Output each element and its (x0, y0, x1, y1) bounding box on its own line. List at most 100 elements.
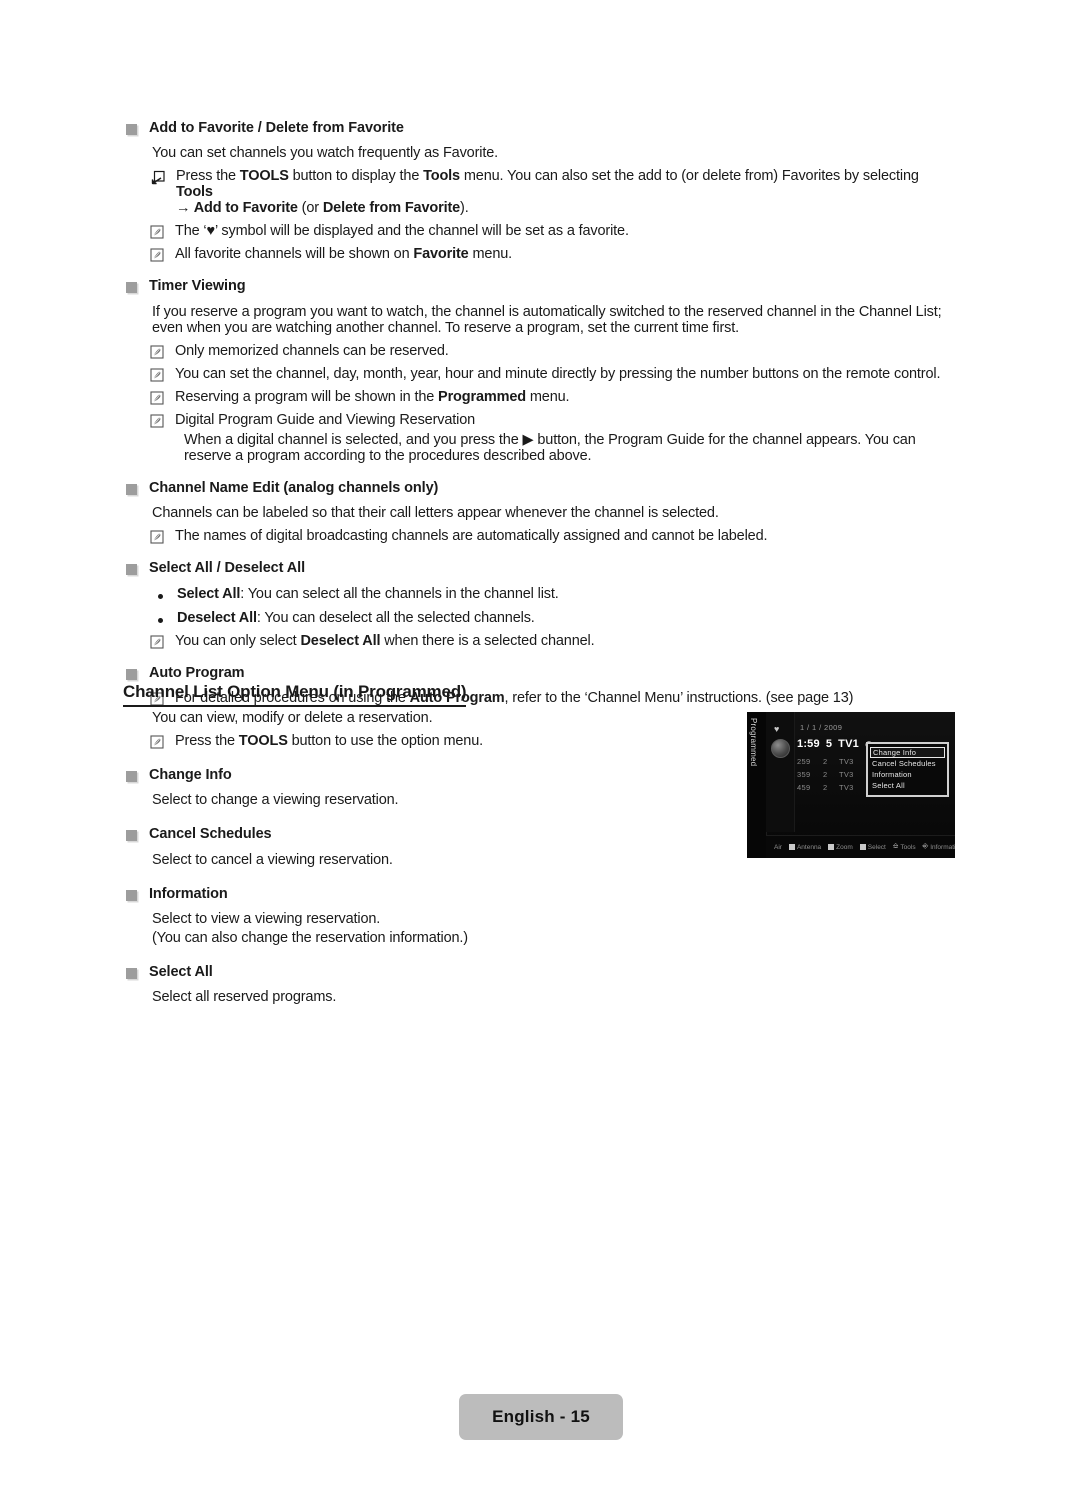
tv-row-channel-number: 5 (825, 738, 833, 750)
info-icon: ⎆ (922, 843, 929, 850)
section-title: Select All / Deselect All (149, 559, 305, 576)
txt: ’ symbol will be displayed and the chann… (214, 223, 629, 240)
note-icon (150, 414, 164, 428)
tv-row-col2: 2 (823, 770, 828, 779)
tv-popup-item-cancel-schedules[interactable]: Cancel Schedules (868, 758, 947, 769)
note-row: All favorite channels will be shown on F… (150, 246, 954, 262)
menu-item-title: Cancel Schedules (149, 826, 272, 843)
menu-item-title: Select All (149, 963, 213, 980)
tv-key-zoom[interactable]: Zoom (828, 844, 853, 851)
intro-paragraph: You can view, modify or delete a reserva… (152, 710, 433, 726)
note-row: Digital Program Guide and Viewing Reserv… (150, 412, 954, 428)
channel-thumbnail (771, 739, 790, 758)
color-key-icon (828, 844, 835, 850)
section-paragraph: If you reserve a program you want to wat… (152, 303, 942, 336)
txt-bold: Favorite (413, 246, 469, 263)
tv-key-label: Zoom (836, 843, 853, 851)
txt: : You can select all the channels in the… (240, 586, 559, 603)
color-key-icon (788, 844, 795, 850)
square-bullet-icon (126, 889, 137, 901)
txt-bold: TOOLS (239, 168, 289, 185)
note-row: The ‘♥’ symbol will be displayed and the… (150, 223, 954, 239)
bullet-text: Select All: You can select all the chann… (177, 586, 559, 602)
note-icon (150, 225, 164, 239)
txt: ). (460, 200, 469, 217)
section-title: Auto Program (149, 665, 245, 682)
note-row: Press the TOOLS button to use the option… (150, 733, 726, 749)
note-text: You can only select Deselect All when th… (175, 633, 595, 650)
tools-icon: ⎒ (892, 843, 899, 850)
txt: (or (297, 200, 323, 217)
square-bullet-icon (126, 124, 137, 135)
bullet-text: Deselect All: You can deselect all the s… (177, 610, 535, 626)
tv-popup-item-information[interactable]: Information (868, 769, 947, 780)
color-key-icon (859, 844, 866, 850)
note-icon (150, 530, 164, 544)
note-icon (150, 368, 164, 382)
txt-bold: Add to Favorite (193, 200, 298, 217)
menu-item-description-secondary: (You can also change the reservation inf… (152, 929, 468, 946)
square-bullet-icon (126, 830, 137, 842)
txt: button to display the (288, 168, 424, 185)
note-icon (150, 248, 164, 262)
note-text: The ‘♥’ symbol will be displayed and the… (175, 223, 629, 239)
tv-row-channel-name: TV1 (838, 738, 859, 750)
tv-highlighted-row[interactable]: 1:59 5 TV1 ◷ (797, 738, 873, 750)
menu-item-description: Select all reserved programs. (152, 989, 337, 1006)
channel-list-option-menu-heading: Channel List Option Menu (in Programmed) (123, 682, 467, 707)
section-paragraph: Channels can be labeled so that their ca… (152, 504, 719, 521)
section-heading-channel-name-edit: Channel Name Edit (analog channels only) (126, 478, 954, 498)
tv-popup-item-select-all[interactable]: Select All (868, 780, 947, 791)
note-text: Reserving a program will be shown in the… (175, 388, 570, 405)
txt: menu. (526, 388, 570, 405)
bullet-item: Deselect All: You can deselect all the s… (158, 610, 954, 626)
arrow-glyph: → (176, 200, 194, 217)
section-title: Add to Favorite / Delete from Favorite (149, 120, 404, 136)
page-content-lower: You can view, modify or delete a reserva… (126, 710, 726, 1005)
note-row: Reserving a program will be shown in the… (150, 389, 954, 405)
square-bullet-icon (126, 563, 137, 575)
txt-bold: Deselect All (177, 610, 257, 627)
section-paragraph: You can set channels you watch frequentl… (152, 145, 499, 162)
note-icon (150, 345, 164, 359)
txt: All favorite channels will be shown on (175, 246, 414, 263)
heart-icon: ♥ (774, 724, 780, 734)
menu-item-description: Select to cancel a viewing reservation. (152, 851, 393, 868)
page-number-badge: English - 15 (459, 1394, 623, 1440)
note-row: You can set the channel, day, month, yea… (150, 366, 954, 382)
note-row: You can only select Deselect All when th… (150, 633, 954, 649)
tv-key-label: Select (867, 843, 886, 851)
note-text: You can set the channel, day, month, yea… (175, 365, 941, 382)
tv-row-number: 259 (797, 757, 811, 766)
txt: button to use the option menu. (287, 733, 484, 749)
page-content-upper: Add to Favorite / Delete from Favorite Y… (126, 118, 954, 706)
txt: when there is a selected channel. (380, 633, 595, 650)
txt-bold: Delete from Favorite (322, 200, 461, 217)
square-bullet-icon (126, 669, 137, 681)
txt-bold: Deselect All (300, 633, 381, 650)
play-arrow-icon: ▶ (522, 431, 534, 448)
txt: : You can deselect all the selected chan… (256, 610, 535, 627)
section-heading-add-to-favorite: Add to Favorite / Delete from Favorite (126, 118, 954, 138)
note-row: Only memorized channels can be reserved. (150, 343, 954, 359)
tv-screenshot-image: Programmed ♥ 1 / 1 / 2009 1:59 5 TV1 ◷ 2… (747, 712, 955, 858)
tv-key-select[interactable]: Select (859, 843, 886, 851)
tv-key-tools[interactable]: ⎒ Tools (893, 843, 916, 851)
menu-item-heading-change-info: Change Info (126, 765, 726, 785)
tools-icon (150, 170, 165, 185)
note-text: Press the TOOLS button to use the option… (175, 733, 483, 749)
tv-sidebar-label: Programmed (749, 718, 758, 767)
tv-key-antenna[interactable]: Antenna (788, 844, 821, 851)
tv-popup-item-change-info[interactable]: Change Info (870, 747, 945, 758)
tv-row-channel: TV3 (839, 783, 854, 792)
tv-bottom-hint-bar: Air Antenna Zoom Select ⎒ Tools ⎆ Informat… (766, 835, 955, 858)
note-row: The names of digital broadcasting channe… (150, 528, 954, 544)
round-bullet-icon (158, 594, 163, 600)
tv-key-information[interactable]: ⎆Information (923, 843, 955, 851)
tools-note-row: Press the TOOLS button to display the To… (150, 168, 954, 216)
txt: , refer to the ‘Channel Menu’ instructio… (504, 690, 854, 707)
txt: Press the (176, 168, 240, 185)
tv-row-number: 359 (797, 770, 811, 779)
txt: The ‘ (175, 223, 207, 240)
tools-note-text: Press the TOOLS button to display the To… (176, 168, 954, 216)
